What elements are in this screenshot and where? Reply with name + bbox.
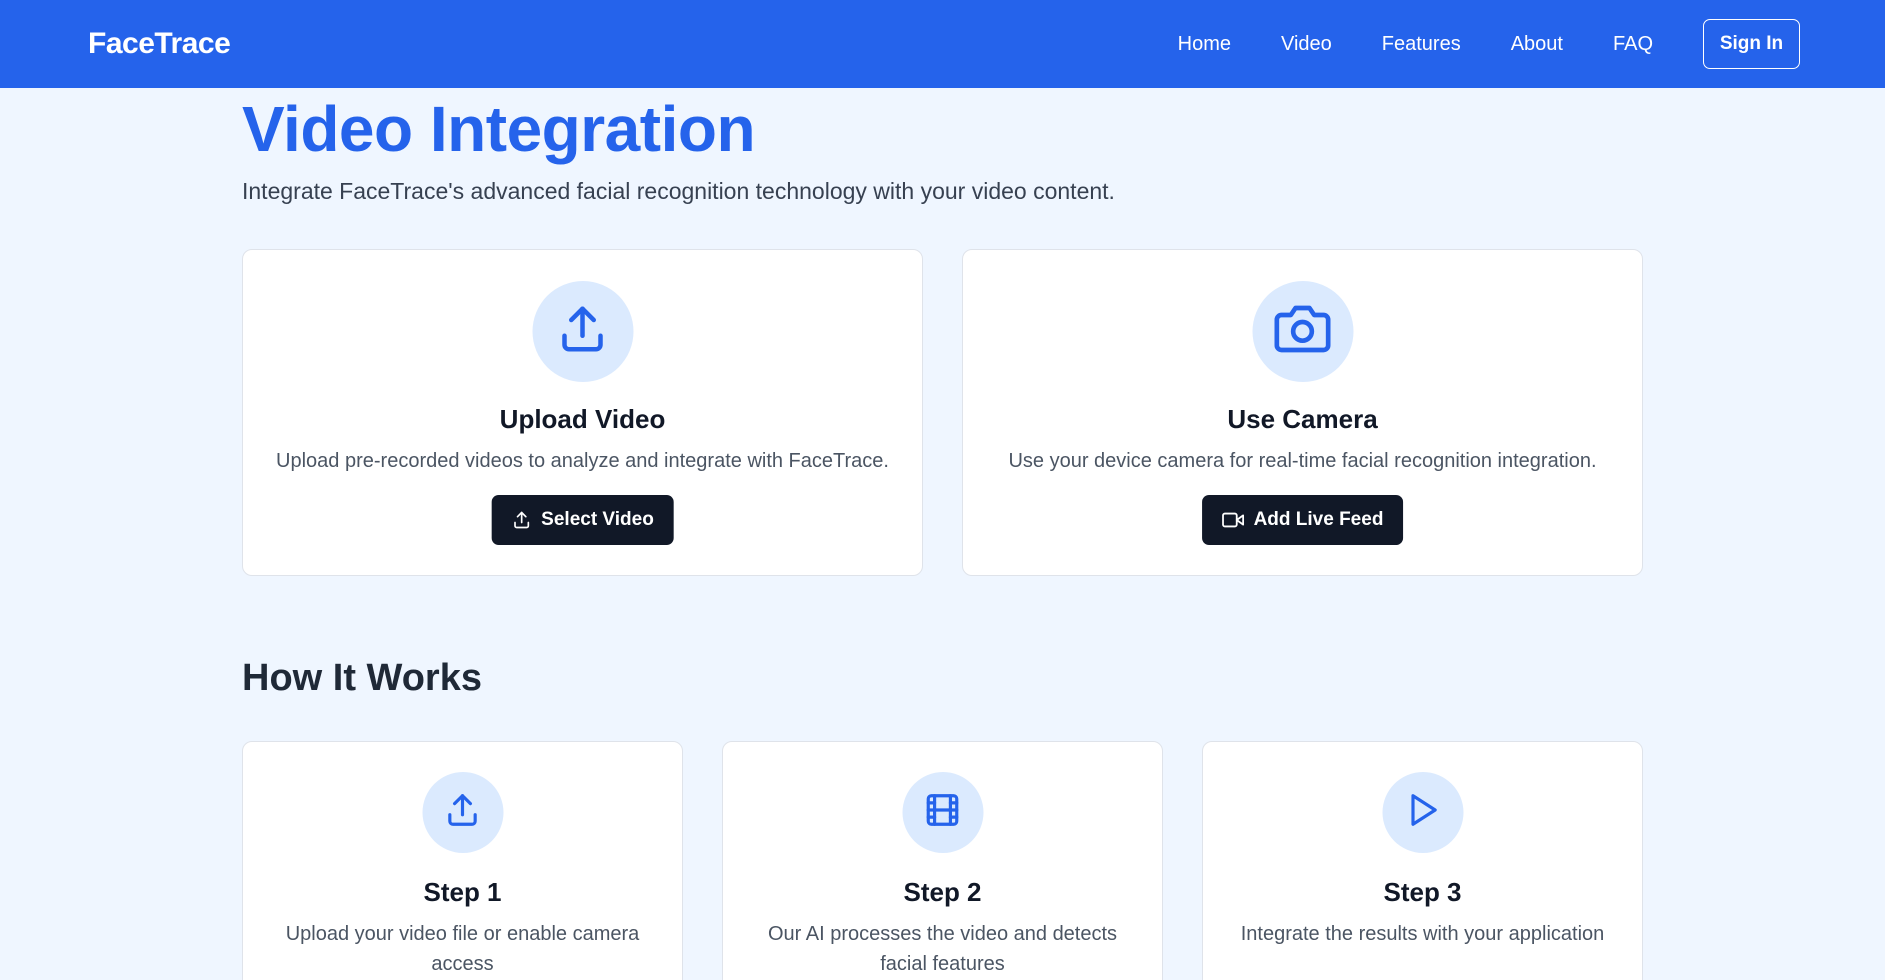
upload-icon <box>556 302 610 361</box>
step-3-card: Step 3 Integrate the results with your a… <box>1202 741 1643 980</box>
step-1-title: Step 1 <box>423 877 502 907</box>
step-3-icon-circle <box>1382 772 1463 853</box>
step-3-title: Step 3 <box>1383 877 1462 907</box>
step-2-title: Step 2 <box>903 877 982 907</box>
step-1-card: Step 1 Upload your video file or enable … <box>242 741 683 980</box>
page-subtitle: Integrate FaceTrace's advanced facial re… <box>242 178 1115 204</box>
film-icon <box>924 791 962 834</box>
camera-icon <box>1274 301 1331 362</box>
use-camera-card: Use Camera Use your device camera for re… <box>962 249 1643 576</box>
step-1-description: Upload your video file or enable camera … <box>285 923 640 975</box>
step-2-description: Our AI processes the video and detects f… <box>767 923 1118 975</box>
page-title: Video Integration <box>242 93 756 165</box>
camera-icon-circle <box>1252 281 1353 382</box>
sign-in-button[interactable]: Sign In <box>1703 19 1800 69</box>
nav-link-faq[interactable]: FAQ <box>1613 33 1653 56</box>
add-live-feed-button[interactable]: Add Live Feed <box>1201 495 1404 545</box>
step-2-card: Step 2 Our AI processes the video and de… <box>722 741 1163 980</box>
nav-links: Home Video Features About FAQ Sign In <box>1178 0 1800 88</box>
brand-logo[interactable]: FaceTrace <box>88 0 231 88</box>
video-camera-icon <box>1221 509 1244 531</box>
upload-icon <box>511 510 531 530</box>
upload-icon <box>444 791 482 834</box>
step-3-description: Integrate the results with your applicat… <box>1240 923 1605 945</box>
step-2-icon-circle <box>902 772 983 853</box>
use-camera-title: Use Camera <box>1227 404 1378 434</box>
nav-link-home[interactable]: Home <box>1178 33 1231 56</box>
select-video-label: Select Video <box>541 509 654 530</box>
how-it-works-title: How It Works <box>242 657 482 699</box>
step-1-icon-circle <box>422 772 503 853</box>
nav-link-about[interactable]: About <box>1511 33 1563 56</box>
upload-video-card: Upload Video Upload pre-recorded videos … <box>242 249 923 576</box>
nav-link-video[interactable]: Video <box>1281 33 1332 56</box>
use-camera-description: Use your device camera for real-time fac… <box>1008 450 1597 472</box>
upload-video-title: Upload Video <box>499 404 666 434</box>
upload-icon-circle <box>532 281 633 382</box>
select-video-button[interactable]: Select Video <box>491 495 674 545</box>
nav-link-features[interactable]: Features <box>1382 33 1461 56</box>
upload-video-description: Upload pre-recorded videos to analyze an… <box>276 450 889 472</box>
add-live-feed-label: Add Live Feed <box>1253 509 1384 530</box>
play-icon <box>1404 791 1442 834</box>
navbar: FaceTrace Home Video Features About FAQ … <box>0 0 1885 88</box>
